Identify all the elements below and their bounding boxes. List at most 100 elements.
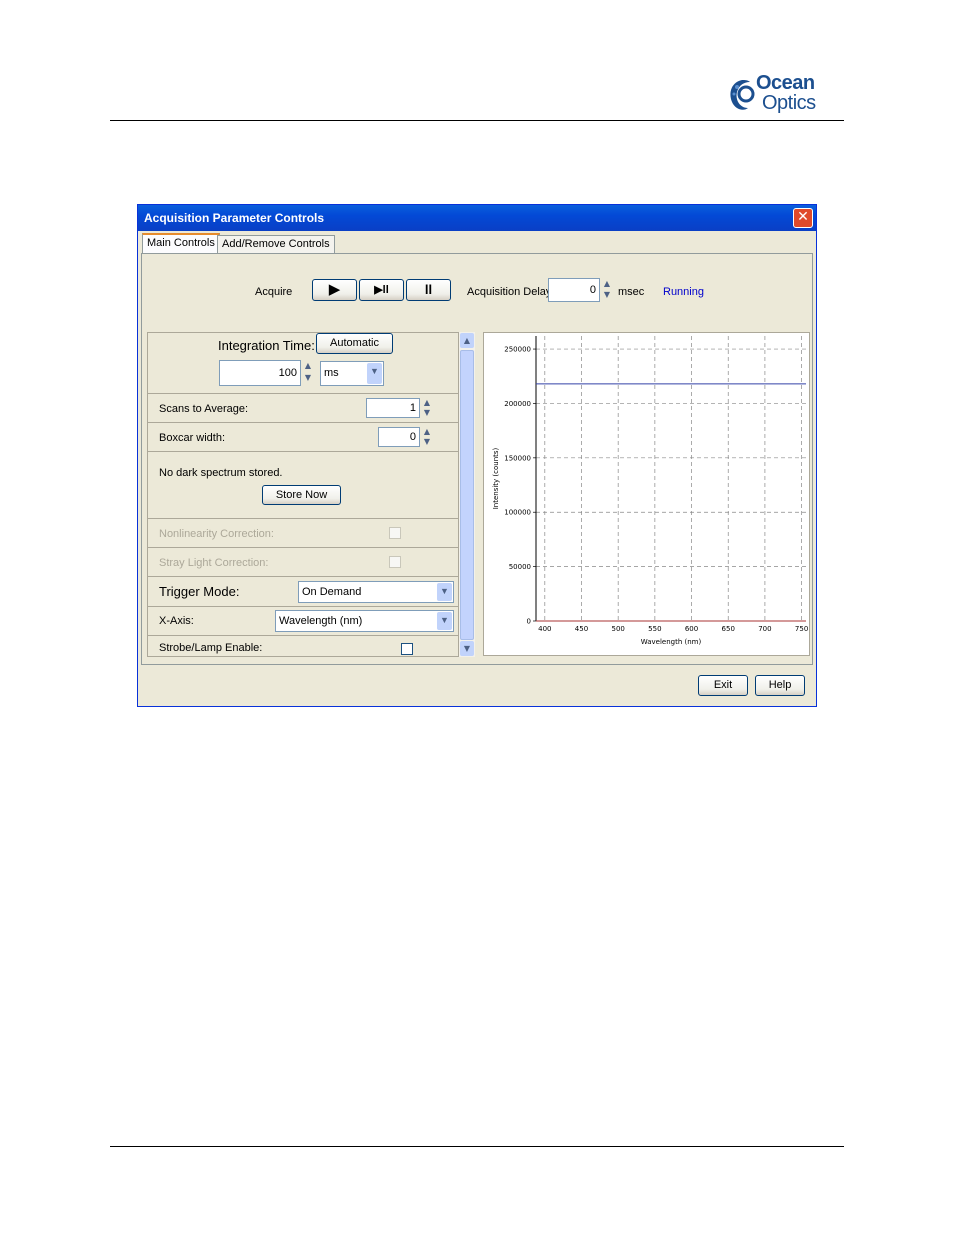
play-button[interactable]: ▶ [312,279,357,301]
y-tick-label: 100000 [504,509,531,517]
boxcar-width-field[interactable]: 0 [378,427,420,447]
title-bar[interactable]: Acquisition Parameter Controls ✕ [138,205,816,231]
header-rule [110,120,844,121]
scans-to-average-label: Scans to Average: [159,403,249,415]
store-now-label: Store Now [275,489,328,501]
x-axis-value: Wavelength (nm) [279,615,363,627]
row-divider [148,518,458,519]
strobe-lamp-enable-label: Strobe/Lamp Enable: [159,642,263,654]
scrollbar-thumb[interactable] [460,350,474,640]
row-divider [148,422,458,423]
integration-unit-select[interactable]: ms ▼ [320,361,384,386]
footer-rule [110,1146,844,1147]
window-title: Acquisition Parameter Controls [144,211,325,225]
spin-down-icon[interactable]: ▼ [420,437,434,447]
x-axis-select[interactable]: Wavelength (nm) ▼ [275,610,454,632]
x-tick-label: 700 [758,625,771,633]
tab-main-controls[interactable]: Main Controls [142,233,220,254]
control-list-panel: Integration Time: Automatic 100 ▲ ▼ ms ▼ … [147,332,459,657]
main-controls-panel: Acquire ▶ ▶ll ll Acquisition Delay 0 ▲ ▼ … [141,253,813,665]
spin-up-icon[interactable]: ▲ [301,361,315,373]
spectrum-chart: 400 450 500 550 600 650 700 750 0 50000 100000 1500… [483,332,810,656]
tab-label: Add/Remove Controls [222,238,330,250]
strobe-lamp-enable-checkbox[interactable] [401,643,413,655]
trigger-mode-select[interactable]: On Demand ▼ [298,581,454,603]
integration-unit-value: ms [324,367,339,379]
scans-to-average-spinner[interactable]: ▲ ▼ [420,398,434,418]
integration-time-label: Integration Time: [218,338,315,353]
x-tick-label: 500 [611,625,624,633]
spin-down-icon[interactable]: ▼ [600,290,614,301]
automatic-button-label: Automatic [330,337,379,349]
row-divider [148,451,458,452]
acquisition-delay-value: 0 [589,284,596,296]
spin-up-icon[interactable]: ▲ [600,279,614,290]
store-now-button[interactable]: Store Now [262,485,341,505]
tab-add-remove-controls[interactable]: Add/Remove Controls [217,235,335,253]
close-button[interactable]: ✕ [793,208,813,228]
row-divider [148,635,458,636]
spectrum-chart-svg: 400 450 500 550 600 650 700 750 0 50000 100000 1500… [492,336,808,646]
dark-spectrum-status: No dark spectrum stored. [159,467,283,479]
y-tick-label: 250000 [504,346,531,354]
x-axis-label: Wavelength (nm) [641,638,702,646]
logo-word-optics: Optics [762,92,816,114]
scans-to-average-value: 1 [409,402,416,414]
control-list-scrollbar[interactable]: ▲ ▼ [459,332,475,657]
row-divider [148,547,458,548]
ocean-optics-logo: Ocean Optics [728,72,844,116]
boxcar-width-label: Boxcar width: [159,432,226,444]
chevron-down-icon[interactable]: ▼ [437,583,452,601]
scroll-up-icon[interactable]: ▲ [460,333,474,348]
y-tick-label: 50000 [509,563,531,571]
help-button[interactable]: Help [755,675,805,696]
y-axis-label: Intensity (counts) [492,447,500,509]
y-tick-label: 0 [527,618,531,626]
x-tick-label: 550 [648,625,661,633]
x-tick-label: 750 [795,625,808,633]
spin-down-icon[interactable]: ▼ [420,408,434,418]
trigger-mode-value: On Demand [302,586,362,598]
y-tick-label: 200000 [504,400,531,408]
row-divider [148,576,458,577]
acquisition-delay-field[interactable]: 0 [548,278,600,302]
x-axis-label: X-Axis: [159,615,194,627]
automatic-button[interactable]: Automatic [316,333,393,354]
trigger-mode-label: Trigger Mode: [159,584,240,599]
chevron-down-icon[interactable]: ▼ [437,612,452,630]
play-icon: ▶ [328,281,341,298]
exit-button[interactable]: Exit [698,675,748,696]
exit-button-label: Exit [713,679,733,691]
integration-time-field[interactable]: 100 [219,360,301,386]
spin-down-icon[interactable]: ▼ [301,373,315,385]
acquisition-status: Running [663,286,704,298]
x-tick-label: 600 [685,625,698,633]
integration-time-value: 100 [278,367,297,379]
tab-label: Main Controls [147,237,215,249]
x-tick-label: 400 [538,625,551,633]
pause-button[interactable]: ll [406,279,451,301]
spin-up-icon[interactable]: ▲ [420,427,434,437]
nonlinearity-correction-checkbox[interactable] [389,527,401,539]
nonlinearity-correction-label: Nonlinearity Correction: [159,528,274,540]
single-step-button[interactable]: ▶ll [359,279,404,301]
x-tick-label: 450 [575,625,588,633]
row-divider [148,393,458,394]
acquisition-delay-spinner[interactable]: ▲ ▼ [600,279,614,301]
stray-light-correction-label: Stray Light Correction: [159,557,269,569]
acquisition-delay-label: Acquisition Delay [467,286,552,298]
chevron-down-icon[interactable]: ▼ [367,363,382,384]
stray-light-correction-checkbox[interactable] [389,556,401,568]
boxcar-width-spinner[interactable]: ▲ ▼ [420,427,434,447]
scroll-down-icon[interactable]: ▼ [460,641,474,656]
scans-to-average-field[interactable]: 1 [366,398,420,418]
close-icon: ✕ [797,209,809,225]
pause-icon: ll [424,282,433,297]
help-button-label: Help [768,679,792,691]
y-tick-label: 150000 [504,454,531,462]
step-icon: ▶ll [374,284,389,296]
boxcar-width-value: 0 [409,431,416,443]
x-tick-label: 650 [722,625,735,633]
spin-up-icon[interactable]: ▲ [420,398,434,408]
integration-time-spinner[interactable]: ▲ ▼ [301,361,315,385]
